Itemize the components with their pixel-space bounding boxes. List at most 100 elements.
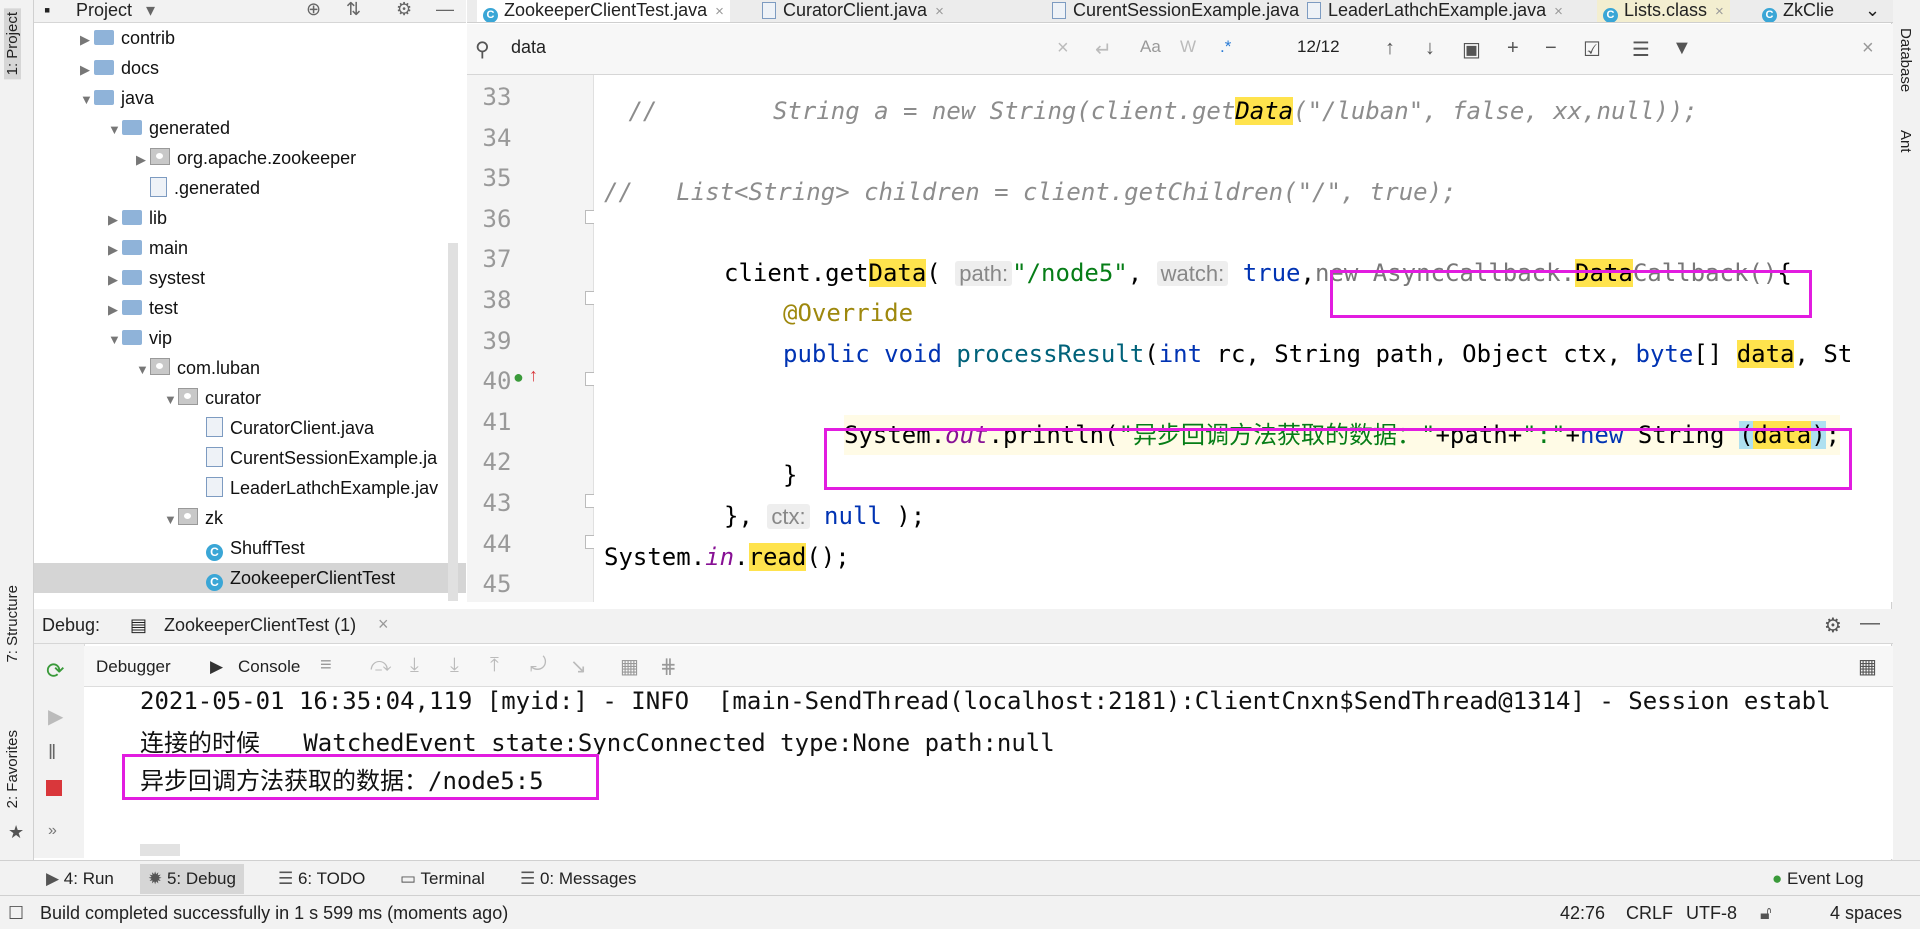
line-separator[interactable]: CRLF — [1626, 903, 1673, 924]
override-arrow-icon[interactable]: ↑ — [529, 365, 538, 386]
collapsed-arrow-icon[interactable]: ▶ — [108, 295, 122, 325]
close-icon[interactable]: × — [378, 614, 389, 635]
select-all-occurrences-icon[interactable]: ☑ — [1583, 37, 1601, 62]
caret-position[interactable]: 42:76 — [1560, 903, 1605, 924]
tree-item[interactable]: ▼ com.luban — [136, 353, 260, 383]
regex-toggle[interactable]: .* — [1220, 37, 1231, 57]
editor-tab[interactable]: C ZkClie — [1762, 0, 1834, 22]
tool-window-tab[interactable]: ▭ Terminal — [400, 869, 485, 889]
tree-item[interactable]: C ZookeeperClientTest — [34, 563, 466, 593]
tree-item[interactable]: ▼ java — [80, 83, 154, 113]
pause-icon[interactable]: ‖ — [48, 742, 56, 765]
favorites-tool-tab[interactable]: 2: Favorites — [4, 730, 21, 808]
expanded-arrow-icon[interactable]: ▼ — [164, 505, 178, 535]
expanded-arrow-icon[interactable]: ▼ — [136, 355, 150, 385]
trace-icon[interactable]: ⋕ — [660, 654, 677, 679]
format-icon[interactable]: ☰ — [1632, 37, 1650, 62]
tree-item[interactable]: C ShuffTest — [192, 533, 305, 563]
debugger-tab[interactable]: Debugger — [96, 657, 171, 677]
select-all-icon[interactable]: ▣ — [1462, 37, 1481, 62]
add-selection-icon[interactable]: + — [1507, 37, 1519, 60]
structure-tool-tab[interactable]: 7: Structure — [4, 585, 21, 663]
tool-window-tab[interactable]: ▶ 4: Run — [46, 869, 114, 889]
project-panel-title[interactable]: Project — [76, 0, 132, 21]
rerun-icon[interactable]: ⟳ — [46, 658, 64, 684]
tree-item[interactable]: ▶ systest — [108, 263, 205, 293]
project-tool-tab[interactable]: 1: Project — [4, 8, 21, 80]
console-scrollbar[interactable] — [140, 844, 180, 856]
console-tab[interactable]: Console — [238, 657, 300, 677]
collapsed-arrow-icon[interactable]: ▶ — [80, 25, 94, 55]
run-to-cursor-icon[interactable]: ↘ — [570, 654, 587, 679]
tree-item[interactable]: ▼ vip — [108, 323, 172, 353]
expanded-arrow-icon[interactable]: ▼ — [164, 385, 178, 415]
chevron-down-icon[interactable]: ▾ — [146, 0, 155, 21]
file-encoding[interactable]: UTF-8 — [1686, 903, 1737, 924]
hide-icon[interactable]: — — [436, 0, 454, 20]
tree-item[interactable]: CurentSessionExample.ja — [192, 443, 437, 473]
drop-frame-icon[interactable]: ⤾ — [530, 654, 547, 677]
previous-occurrence-icon[interactable]: ↑ — [1385, 37, 1395, 60]
hide-icon[interactable]: — — [1860, 612, 1880, 635]
implements-icon[interactable]: ● — [513, 367, 524, 388]
close-icon[interactable]: × — [935, 3, 944, 20]
step-over-icon[interactable]: ⤼ — [370, 654, 391, 677]
debug-session-tab[interactable]: ZookeeperClientTest (1) — [164, 615, 356, 636]
tree-item[interactable]: .generated — [136, 173, 260, 203]
close-icon[interactable]: × — [1715, 3, 1724, 20]
locate-icon[interactable]: ⊕ — [306, 0, 321, 20]
next-occurrence-icon[interactable]: ↓ — [1425, 37, 1435, 60]
expanded-arrow-icon[interactable]: ▼ — [108, 325, 122, 355]
match-case-toggle[interactable]: Aa — [1140, 37, 1161, 57]
force-step-into-icon[interactable]: ⤓ — [450, 654, 459, 677]
clear-icon[interactable]: × — [1057, 37, 1069, 60]
expanded-arrow-icon[interactable]: ▼ — [108, 115, 122, 145]
remove-selection-icon[interactable]: − — [1545, 37, 1557, 60]
evaluate-icon[interactable]: ▦ — [620, 654, 639, 679]
tree-scrollbar[interactable] — [448, 243, 458, 601]
filter-icon[interactable]: ▼ — [1672, 37, 1692, 60]
gear-icon[interactable]: ⚙ — [1824, 613, 1842, 638]
code-editor[interactable]: // String a = new String(client.getData(… — [594, 75, 1893, 602]
tool-window-tab[interactable]: ✹ 5: Debug — [140, 864, 244, 894]
event-log-tab[interactable]: ● Event Log — [1772, 869, 1864, 889]
database-tool-tab[interactable]: Database — [1897, 28, 1914, 92]
collapsed-arrow-icon[interactable]: ▶ — [108, 205, 122, 235]
menu-icon[interactable]: ≡ — [320, 654, 332, 677]
ant-tool-tab[interactable]: Ant — [1897, 130, 1914, 153]
editor-tab[interactable]: C Lists.class × — [1597, 0, 1730, 22]
tree-item[interactable]: ▼ zk — [164, 503, 223, 533]
close-icon[interactable]: × — [715, 3, 724, 20]
collapsed-arrow-icon[interactable]: ▶ — [80, 55, 94, 85]
chevron-down-icon[interactable]: ⌄ — [1865, 0, 1880, 22]
lock-icon[interactable]: 🔓︎ — [1760, 903, 1772, 924]
tree-item[interactable]: ▶ org.apache.zookeeper — [136, 143, 356, 173]
layout-icon[interactable]: ▦ — [1858, 654, 1877, 679]
search-input[interactable]: data — [511, 37, 546, 58]
tree-item[interactable]: ▶ docs — [80, 53, 159, 83]
expanded-arrow-icon[interactable]: ▼ — [80, 85, 94, 115]
resume-icon[interactable]: ▶ — [48, 704, 63, 729]
stop-icon[interactable] — [46, 780, 62, 796]
editor-tab[interactable]: CuratorClient.java × — [762, 0, 944, 22]
editor-tab[interactable]: LeaderLathchExample.java × — [1307, 0, 1563, 22]
tree-item[interactable]: ▼ curator — [164, 383, 261, 413]
step-into-icon[interactable]: ⤓ — [410, 654, 419, 677]
close-icon[interactable]: × — [1862, 37, 1874, 60]
tree-item[interactable]: ▶ main — [108, 233, 188, 263]
gear-icon[interactable]: ⚙ — [396, 0, 412, 20]
editor-tab[interactable]: C ZookeeperClientTest.java × — [477, 0, 730, 22]
whole-word-toggle[interactable]: W — [1180, 37, 1196, 57]
tree-item[interactable]: ▶ lib — [108, 203, 167, 233]
tree-item[interactable]: LeaderLathchExample.jav — [192, 473, 438, 503]
tree-item[interactable]: ▶ test — [108, 293, 178, 323]
tool-window-tab[interactable]: ☰ 0: Messages — [520, 869, 636, 889]
collapsed-arrow-icon[interactable]: ▶ — [136, 145, 150, 175]
indent-setting[interactable]: 4 spaces — [1830, 903, 1902, 924]
console-output[interactable]: 2021-05-01 16:35:04,119 [myid:] - INFO [… — [84, 687, 1893, 859]
collapse-icon[interactable]: ⇅ — [346, 0, 361, 20]
tree-item[interactable]: CuratorClient.java — [192, 413, 374, 443]
history-icon[interactable]: ↵ — [1095, 37, 1112, 62]
more-icon[interactable]: » — [48, 822, 57, 840]
collapsed-arrow-icon[interactable]: ▶ — [108, 235, 122, 265]
